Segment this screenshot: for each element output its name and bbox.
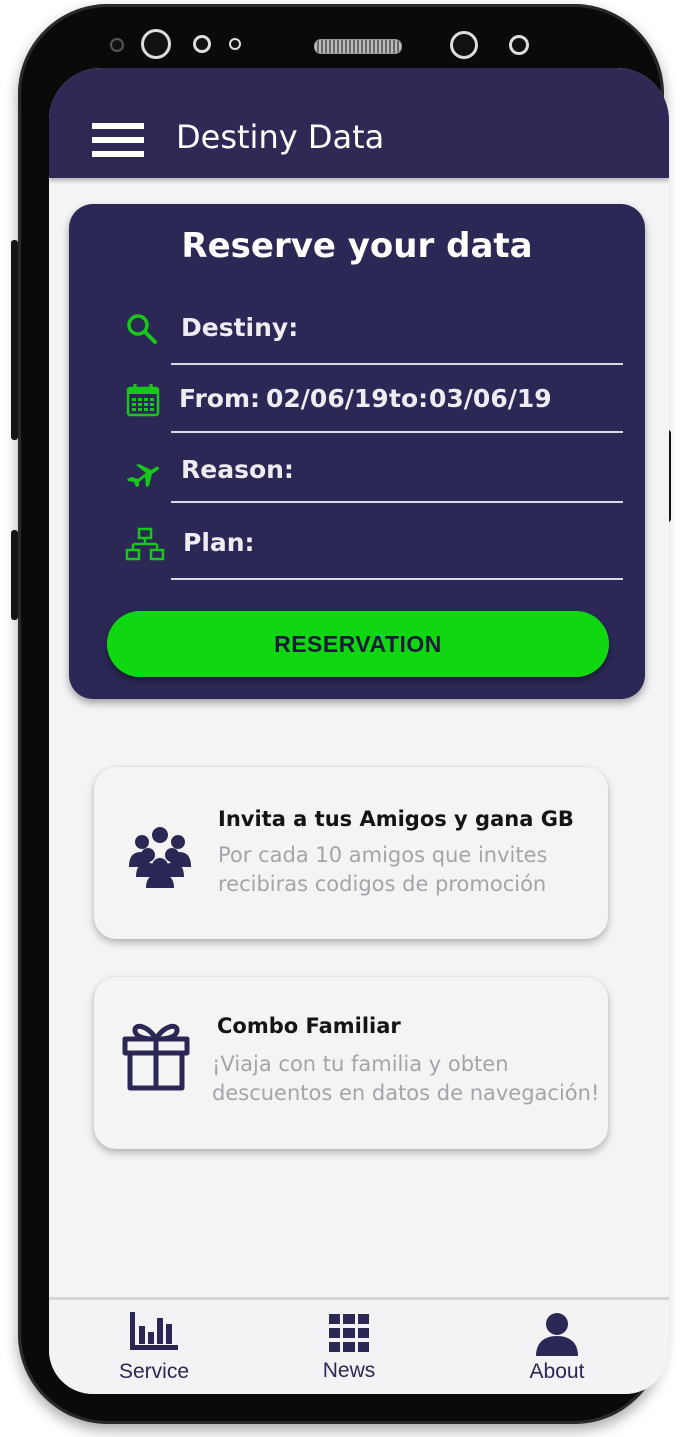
nav-about[interactable]: About bbox=[492, 1300, 622, 1394]
plan-label: Plan: bbox=[183, 528, 255, 557]
date-row[interactable]: From: 02/06/19 to: 03/06/19 bbox=[69, 376, 645, 436]
search-icon bbox=[127, 314, 157, 344]
promo-description-line2: recibiras codigos de promoción bbox=[218, 872, 547, 896]
bottom-navigation: Service News About bbox=[49, 1297, 669, 1394]
to-label: to: bbox=[389, 384, 429, 413]
screen: Destiny Data Reserve your data Destiny: bbox=[49, 68, 669, 1394]
bar-chart-icon bbox=[130, 1312, 178, 1350]
promo-description-line1: Por cada 10 amigos que invites bbox=[218, 843, 548, 867]
reservation-card: Reserve your data Destiny: From: 02/06/1… bbox=[69, 204, 645, 699]
grid-icon bbox=[329, 1314, 369, 1352]
nav-news[interactable]: News bbox=[284, 1300, 414, 1394]
promo-description-line1: ¡Viaja con tu familia y obten bbox=[212, 1052, 509, 1076]
sitemap-icon bbox=[125, 527, 165, 561]
iris-camera bbox=[450, 31, 478, 59]
app-title: Destiny Data bbox=[176, 118, 385, 156]
date-underline bbox=[171, 431, 623, 433]
to-date: 03/06/19 bbox=[429, 384, 552, 413]
user-icon bbox=[536, 1313, 578, 1356]
phone-frame: Destiny Data Reserve your data Destiny: bbox=[11, 4, 671, 1424]
destiny-underline bbox=[171, 363, 623, 365]
nav-service-label: Service bbox=[118, 1360, 190, 1383]
group-icon bbox=[129, 827, 191, 888]
app-bar: Destiny Data bbox=[49, 68, 669, 178]
airplane-icon bbox=[127, 464, 160, 487]
reservation-heading: Reserve your data bbox=[181, 226, 533, 266]
reason-row[interactable]: Reason: bbox=[69, 447, 645, 507]
from-date: 02/06/19 bbox=[266, 384, 389, 413]
nav-news-label: News bbox=[322, 1359, 376, 1382]
bixby-button bbox=[11, 530, 18, 620]
menu-icon[interactable] bbox=[92, 123, 144, 159]
reservation-button[interactable]: RESERVATION bbox=[107, 611, 609, 677]
gift-icon bbox=[122, 1023, 190, 1091]
front-camera bbox=[141, 29, 171, 59]
earpiece-speaker bbox=[314, 39, 402, 54]
nav-about-label: About bbox=[529, 1360, 585, 1383]
plan-underline bbox=[171, 578, 623, 580]
reason-underline bbox=[171, 501, 623, 503]
calendar-icon bbox=[126, 384, 160, 417]
sensor-small bbox=[229, 38, 241, 50]
nav-service[interactable]: Service bbox=[89, 1300, 219, 1394]
sensor-dot bbox=[110, 38, 124, 52]
promo-title: Invita a tus Amigos y gana GB bbox=[218, 807, 574, 831]
reason-label: Reason: bbox=[181, 455, 294, 484]
sensor bbox=[193, 35, 211, 53]
from-label: From: bbox=[179, 384, 261, 413]
promo-description-line2: descuentos en datos de navegación! bbox=[212, 1081, 600, 1105]
destiny-row[interactable]: Destiny: bbox=[69, 305, 645, 365]
destiny-label: Destiny: bbox=[181, 313, 299, 342]
volume-button bbox=[11, 240, 18, 440]
iris-sensor bbox=[509, 35, 529, 55]
family-combo-card[interactable]: Combo Familiar ¡Viaja con tu familia y o… bbox=[94, 977, 608, 1149]
promo-title: Combo Familiar bbox=[217, 1014, 401, 1038]
invite-friends-card[interactable]: Invita a tus Amigos y gana GB Por cada 1… bbox=[94, 767, 608, 939]
plan-row[interactable]: Plan: bbox=[69, 522, 645, 582]
